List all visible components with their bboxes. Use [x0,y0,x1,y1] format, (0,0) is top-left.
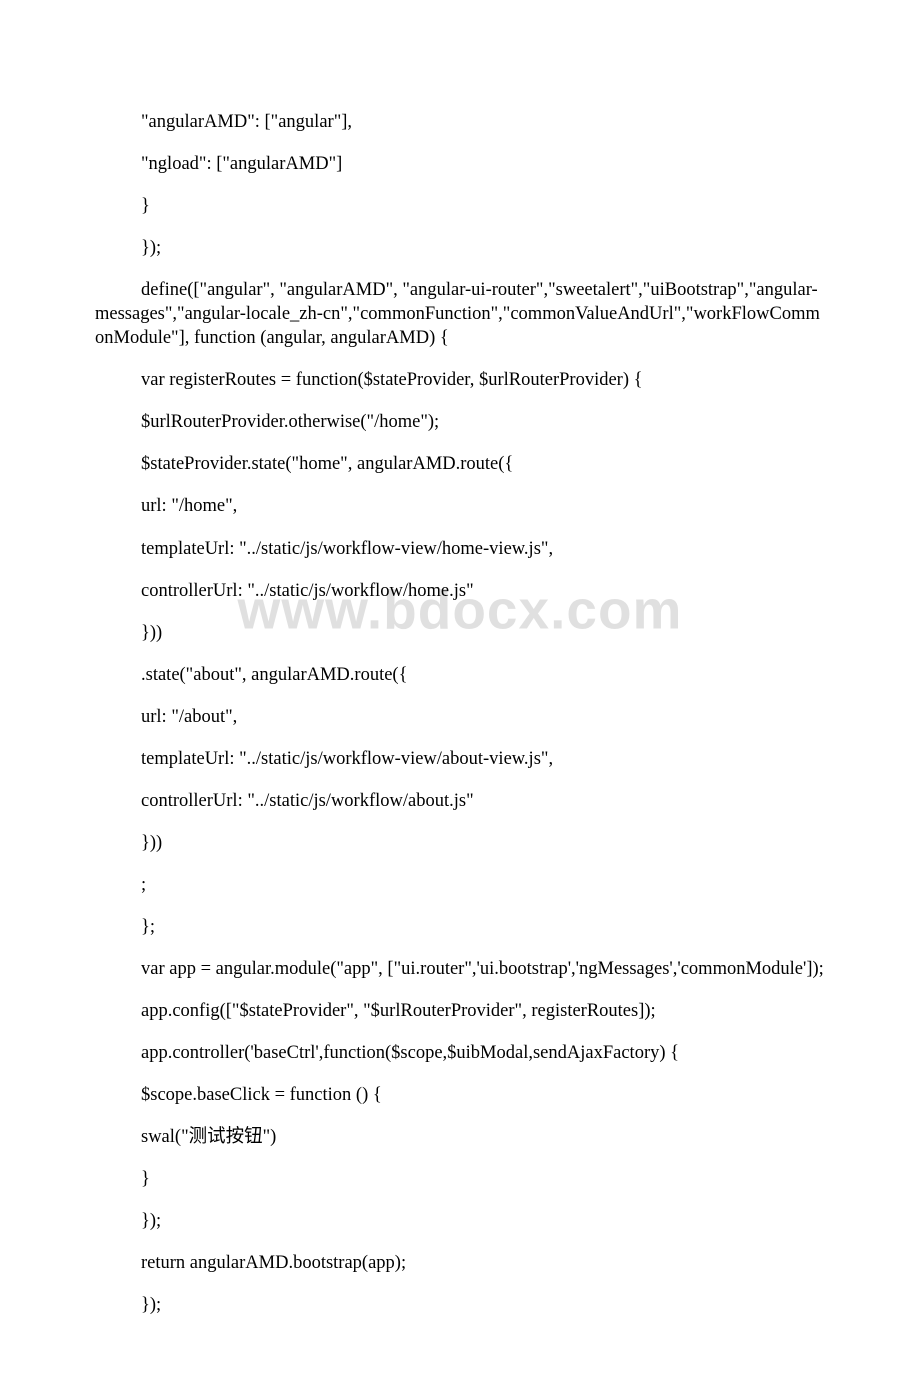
code-line: return angularAMD.bootstrap(app); [95,1251,825,1275]
code-line: ; [95,873,825,897]
code-line: } [95,1167,825,1191]
code-line: "ngload": ["angularAMD"] [95,152,825,176]
code-line: }); [95,1293,825,1317]
document-page: www.bdocx.com "angularAMD": ["angular"],… [0,0,920,1395]
code-line: $urlRouterProvider.otherwise("/home"); [95,410,825,434]
code-line: templateUrl: "../static/js/workflow-view… [95,747,825,771]
code-line: var registerRoutes = function($stateProv… [95,368,825,392]
code-line: }); [95,236,825,260]
code-line: app.controller('baseCtrl',function($scop… [95,1041,825,1065]
code-line: url: "/home", [95,494,825,518]
code-line: define(["angular", "angularAMD", "angula… [95,278,825,350]
code-line: controllerUrl: "../static/js/workflow/ho… [95,579,825,603]
code-line: "angularAMD": ["angular"], [95,110,825,134]
code-line: controllerUrl: "../static/js/workflow/ab… [95,789,825,813]
code-line: .state("about", angularAMD.route({ [95,663,825,687]
code-line: $stateProvider.state("home", angularAMD.… [95,452,825,476]
code-line: app.config(["$stateProvider", "$urlRoute… [95,999,825,1023]
code-line: var app = angular.module("app", ["ui.rou… [95,957,825,981]
code-line: url: "/about", [95,705,825,729]
code-line: })) [95,621,825,645]
code-line: templateUrl: "../static/js/workflow-view… [95,537,825,561]
code-line: }); [95,1209,825,1233]
code-line: swal("测试按钮") [95,1125,825,1149]
code-line: }; [95,915,825,939]
code-line: })) [95,831,825,855]
code-line: } [95,194,825,218]
code-line: $scope.baseClick = function () { [95,1083,825,1107]
